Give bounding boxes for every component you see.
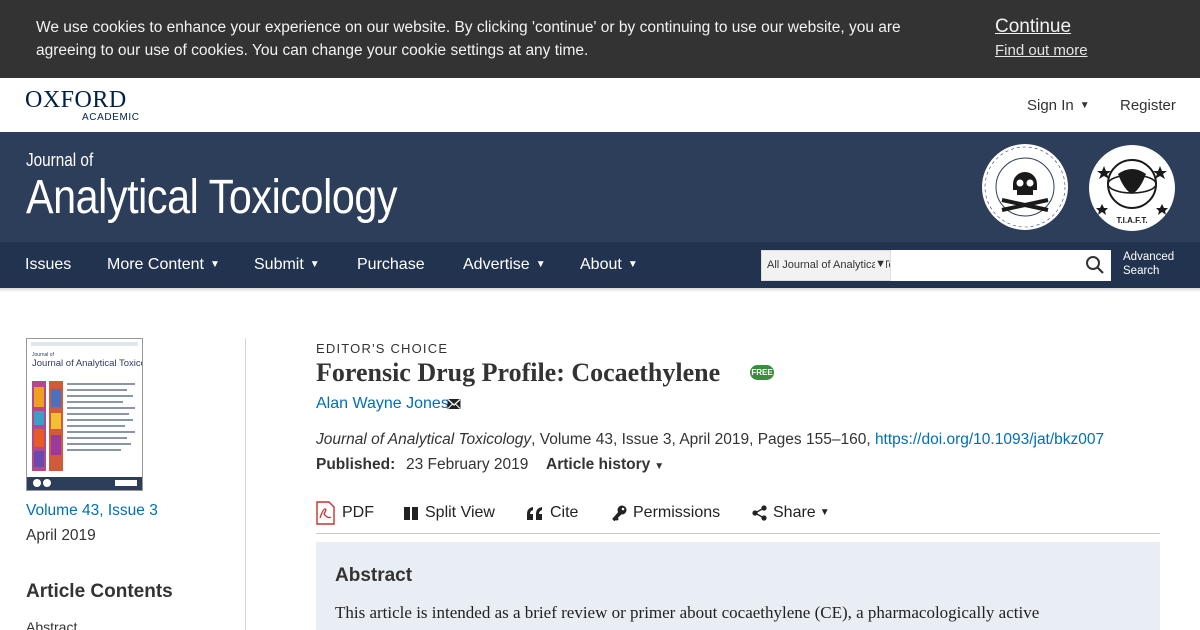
nav-advertise[interactable]: Advertise ▼ [463, 256, 546, 274]
register-link[interactable]: Register [1120, 97, 1176, 114]
nav-purchase-label: Purchase [357, 256, 425, 273]
caret-down-icon: ▼ [209, 259, 220, 270]
share-label: Share [773, 504, 816, 521]
split-view-icon[interactable] [404, 507, 419, 520]
article-history-label: Article history [546, 456, 651, 473]
caret-down-icon: ▼ [627, 259, 638, 270]
volume-issue-link[interactable]: Volume 43, Issue 3 [26, 502, 158, 520]
permissions-button[interactable]: Permissions [633, 504, 720, 522]
top-bar: OXFORD ACADEMIC Sign In ▼ Register [0, 78, 1200, 132]
nav-more-content[interactable]: More Content ▼ [107, 256, 220, 274]
cover-journal-name: Journal of Analytical Toxicology [32, 358, 142, 369]
tiaft-logo[interactable]: T.I.A.F.T. [1088, 144, 1176, 232]
sign-in-label: Sign In [1027, 97, 1074, 114]
share-icon[interactable] [752, 505, 767, 521]
journal-title[interactable]: Analytical Toxicology [26, 170, 398, 225]
caret-down-icon: ▼ [654, 461, 665, 472]
nav-submit-label: Submit [254, 256, 304, 273]
article-title: Forensic Drug Profile: Cocaethylene [316, 358, 721, 387]
abstract-heading: Abstract [335, 565, 413, 586]
sidebar-divider [245, 338, 246, 630]
mail-icon[interactable] [447, 398, 461, 410]
tiaft-text: T.I.A.F.T. [1116, 216, 1147, 225]
free-badge: FREE [750, 365, 774, 380]
oxford-academic-logo[interactable]: OXFORD ACADEMIC [25, 87, 145, 123]
cookie-continue-link[interactable]: Continue [995, 16, 1071, 38]
cookie-find-out-more-link[interactable]: Find out more [995, 42, 1088, 59]
nav-advertise-label: Advertise [463, 256, 530, 273]
abstract-text: This article is intended as a brief revi… [335, 603, 1040, 622]
share-button[interactable]: Share ▼ [773, 504, 830, 522]
caret-down-icon: ▼ [1079, 100, 1090, 111]
society-of-forensic-toxicologists-logo[interactable] [980, 142, 1070, 232]
doi-link[interactable]: https://doi.org/10.1093/jat/bkz007 [875, 431, 1104, 448]
search-scope-select[interactable]: All Journal of Analytical Toxicology ▼ [761, 250, 891, 281]
sign-in-menu[interactable]: Sign In ▼ [1027, 97, 1090, 114]
key-icon[interactable] [612, 505, 627, 521]
search-icon[interactable] [1085, 255, 1105, 275]
issue-cover-image[interactable]: Journal of Journal of Analytical Toxicol… [26, 338, 143, 491]
tools-divider [316, 533, 1160, 534]
caret-down-icon: ▼ [309, 259, 320, 270]
citation-journal: Journal of Analytical Toxicology [316, 431, 532, 448]
split-view-button[interactable]: Split View [425, 504, 495, 522]
issue-date: April 2019 [26, 527, 96, 544]
abstract-section: Abstract This article is intended as a b… [316, 542, 1160, 630]
search-scope-value: All Journal of Analytical Toxicology [767, 259, 890, 271]
quote-icon[interactable] [527, 507, 543, 520]
journal-prefix: Journal of [26, 150, 94, 170]
nav-submit[interactable]: Submit ▼ [254, 256, 320, 274]
citation-details: , Volume 43, Issue 3, April 2019, Pages … [531, 431, 875, 448]
nav-issues[interactable]: Issues [25, 256, 71, 274]
nav-about[interactable]: About ▼ [580, 256, 638, 274]
published-date: 23 February 2019 [406, 456, 529, 473]
pdf-icon[interactable] [316, 501, 335, 525]
caret-down-icon: ▼ [819, 507, 830, 518]
nav-purchase[interactable]: Purchase [357, 256, 425, 274]
journal-header: Journal of Analytical Toxicology T.I.A.F… [0, 132, 1200, 242]
cite-button[interactable]: Cite [550, 504, 578, 522]
logo-sub-text: ACADEMIC [82, 112, 140, 123]
main-nav: Issues More Content ▼ Submit ▼ Purchase Ad… [0, 242, 1200, 288]
contents-item-abstract[interactable]: Abstract [26, 619, 77, 630]
advanced-search-line1: Advanced [1123, 251, 1175, 263]
nav-more-content-label: More Content [107, 256, 204, 273]
advanced-search-line2: Search [1123, 265, 1160, 277]
advanced-search-link[interactable]: Advanced Search [1123, 250, 1174, 278]
nav-shadow [0, 288, 1200, 292]
published-label: Published: [316, 456, 396, 473]
cookie-text: We use cookies to enhance your experienc… [36, 19, 901, 59]
search-input[interactable] [891, 250, 1111, 281]
cookie-banner: We use cookies to enhance your experienc… [0, 0, 1200, 78]
caret-down-icon: ▼ [535, 259, 546, 270]
citation-line: Journal of Analytical Toxicology, Volume… [316, 431, 1104, 449]
logo-main-text: OXFORD [25, 87, 127, 113]
nav-issues-label: Issues [25, 256, 72, 273]
cover-art: Journal of Journal of Analytical Toxicol… [27, 339, 142, 490]
pdf-button[interactable]: PDF [342, 504, 374, 522]
select-arrow-icon: ▼ [875, 258, 886, 270]
article-history-toggle[interactable]: Article history ▼ [546, 456, 664, 474]
author-link[interactable]: Alan Wayne Jones [316, 395, 449, 413]
nav-about-label: About [580, 256, 622, 273]
article-contents-heading: Article Contents [26, 581, 173, 602]
article-kicker: EDITOR'S CHOICE [316, 341, 449, 356]
